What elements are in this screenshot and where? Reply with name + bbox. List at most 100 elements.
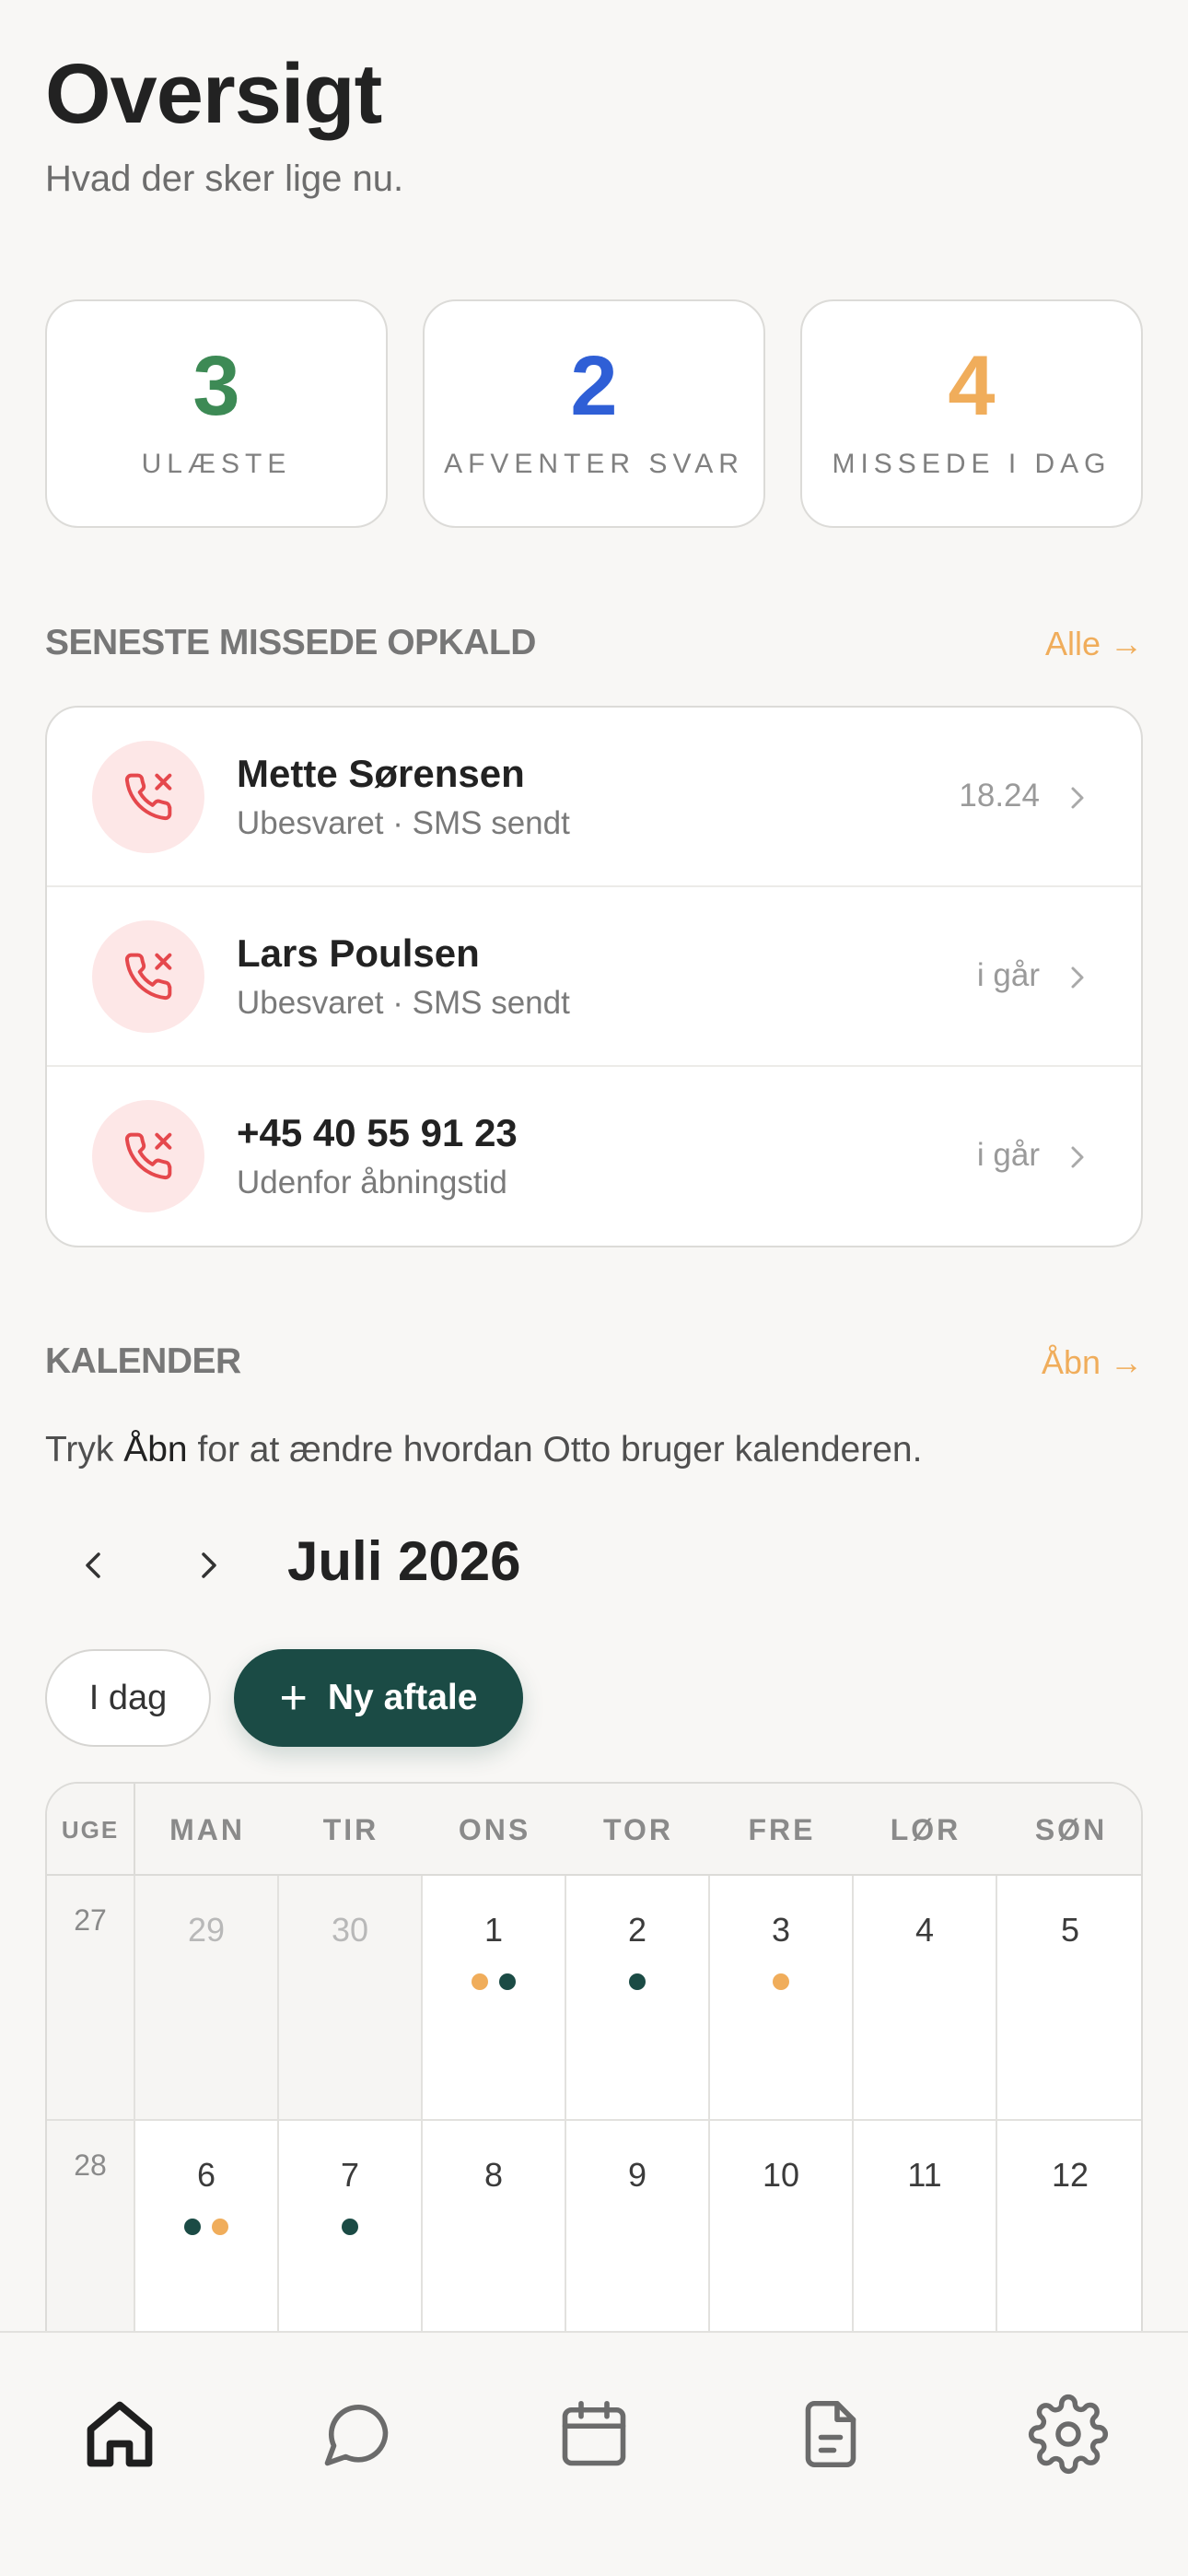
day-number: 10 — [762, 2156, 800, 2194]
calendar-day-cell[interactable]: 2 — [566, 1876, 710, 2121]
calendar-day-cell[interactable]: 9 — [566, 2121, 710, 2366]
day-number: 9 — [627, 2156, 647, 2194]
day-number: 6 — [196, 2156, 216, 2194]
calendar-day-cell[interactable]: 5 — [997, 1876, 1141, 2121]
stat-value: 3 — [192, 339, 240, 433]
stat-label: ULÆSTE — [141, 449, 292, 479]
stat-label: MISSEDE I DAG — [832, 449, 1112, 479]
day-number: 11 — [907, 2156, 942, 2194]
day-number: 5 — [1060, 1911, 1080, 1949]
day-number: 30 — [331, 1911, 369, 1949]
call-status: Udenfor åbningstid — [237, 1165, 507, 1200]
calendar-day-cell[interactable]: 30 — [279, 1876, 423, 2121]
chat-icon — [318, 2395, 395, 2477]
week-number: 28 — [74, 2149, 107, 2182]
calendar-day-cell[interactable]: 7 — [279, 2121, 423, 2366]
week-number-header: UGE — [47, 1784, 135, 1876]
tab-calendar[interactable] — [548, 2390, 640, 2482]
event-dot — [499, 1973, 516, 1990]
calendar-open-link[interactable]: Åbn → — [1042, 1343, 1143, 1382]
event-dots — [135, 2219, 277, 2235]
missed-call-icon — [92, 1100, 204, 1212]
event-dots — [710, 1973, 852, 1990]
caller-name: +45 40 55 91 23 — [237, 1111, 518, 1154]
calendar-day-cell[interactable]: 4 — [854, 1876, 997, 2121]
week-number-cell: 28 — [47, 2121, 135, 2366]
call-status: Ubesvaret · SMS sendt — [237, 985, 570, 1021]
weekday-header: FRE — [748, 1813, 816, 1846]
caller-name: Mette Sørensen — [237, 752, 525, 795]
weekday-header: TIR — [322, 1813, 379, 1846]
calendar-weekday-header: UGE MAN TIR ONS TOR FRE LØR SØN — [47, 1784, 1141, 1876]
missed-call-icon — [92, 920, 204, 1033]
page-subtitle: Hvad der sker lige nu. — [45, 158, 404, 199]
stat-card-missed-today[interactable]: 4 MISSEDE I DAG — [800, 299, 1143, 528]
stat-card-awaiting-reply[interactable]: 2 AFVENTER SVAR — [423, 299, 765, 528]
week-number: 27 — [74, 1903, 107, 1937]
calendar-hint: Tryk Åbn for at ændre hvordan Otto bruge… — [45, 1430, 922, 1470]
call-time: i går — [976, 1137, 1040, 1173]
tab-settings[interactable] — [1022, 2390, 1114, 2482]
day-number: 2 — [627, 1911, 647, 1949]
missed-call-row[interactable]: Lars Poulsen Ubesvaret · SMS sendt i går — [47, 887, 1141, 1067]
prev-month-button[interactable] — [66, 1533, 122, 1598]
event-dot — [472, 1973, 488, 1990]
missed-call-row[interactable]: +45 40 55 91 23 Udenfor åbningstid i går — [47, 1067, 1141, 1246]
weekday-header: SØN — [1034, 1813, 1108, 1846]
calendar-day-cell[interactable]: 1 — [423, 1876, 566, 2121]
overview-screen: Oversigt Hvad der sker lige nu. 3 ULÆSTE… — [0, 0, 1188, 2576]
day-number: 1 — [483, 1911, 504, 1949]
document-icon — [792, 2395, 869, 2477]
tab-messages[interactable] — [310, 2390, 402, 2482]
week-number-cell: 27 — [47, 1876, 135, 2121]
caller-name: Lars Poulsen — [237, 931, 480, 975]
event-dot — [629, 1973, 646, 1990]
calendar-hint-prefix: Tryk — [45, 1430, 124, 1469]
call-time: i går — [976, 957, 1040, 993]
weekday-header: MAN — [169, 1813, 245, 1846]
calendar-icon — [555, 2395, 633, 2477]
calendar-day-cell[interactable]: 11 — [854, 2121, 997, 2366]
calendar-hint-bold: Åbn — [123, 1430, 188, 1469]
home-icon — [81, 2395, 158, 2477]
calendar-day-cell[interactable]: 6 — [135, 2121, 279, 2366]
event-dots — [423, 1973, 565, 1990]
day-number: 8 — [483, 2156, 504, 2194]
event-dot — [342, 2219, 358, 2235]
call-status: Ubesvaret · SMS sendt — [237, 805, 570, 841]
tab-home[interactable] — [74, 2390, 166, 2482]
chevron-right-icon — [1062, 779, 1093, 821]
stat-value: 2 — [570, 339, 618, 433]
event-dots — [279, 2219, 421, 2235]
next-month-button[interactable] — [181, 1533, 236, 1598]
day-number: 12 — [1051, 2156, 1089, 2194]
stat-label: AFVENTER SVAR — [444, 449, 744, 479]
new-appointment-label: Ny aftale — [327, 1678, 478, 1717]
page-title: Oversigt — [45, 47, 382, 141]
new-appointment-button[interactable]: + Ny aftale — [234, 1649, 523, 1747]
month-title: Juli 2026 — [287, 1530, 521, 1592]
weekday-header: ONS — [458, 1813, 531, 1846]
calendar-day-cell[interactable]: 12 — [997, 2121, 1141, 2366]
chevron-right-icon — [1062, 959, 1093, 1001]
missed-calls-list: Mette Sørensen Ubesvaret · SMS sendt 18.… — [45, 706, 1143, 1247]
calendar-day-cell[interactable]: 10 — [710, 2121, 854, 2366]
settings-icon — [1028, 2394, 1109, 2479]
tab-documents[interactable] — [785, 2390, 877, 2482]
calendar-hint-suffix: for at ændre hvordan Otto bruger kalende… — [187, 1430, 923, 1469]
plus-icon: + — [279, 1671, 308, 1725]
event-dot — [212, 2219, 228, 2235]
stat-card-unread[interactable]: 3 ULÆSTE — [45, 299, 388, 528]
bottom-tab-bar — [0, 2331, 1188, 2576]
weekday-header: TOR — [603, 1813, 673, 1846]
day-number: 29 — [187, 1911, 226, 1949]
event-dots — [566, 1973, 708, 1990]
missed-calls-all-link[interactable]: Alle → — [1045, 625, 1143, 663]
calendar-day-cell[interactable]: 8 — [423, 2121, 566, 2366]
day-number: 7 — [340, 2156, 360, 2194]
today-button[interactable]: I dag — [45, 1649, 211, 1747]
calendar-day-cell[interactable]: 3 — [710, 1876, 854, 2121]
event-dot — [773, 1973, 789, 1990]
missed-call-row[interactable]: Mette Sørensen Ubesvaret · SMS sendt 18.… — [47, 708, 1141, 887]
calendar-day-cell[interactable]: 29 — [135, 1876, 279, 2121]
